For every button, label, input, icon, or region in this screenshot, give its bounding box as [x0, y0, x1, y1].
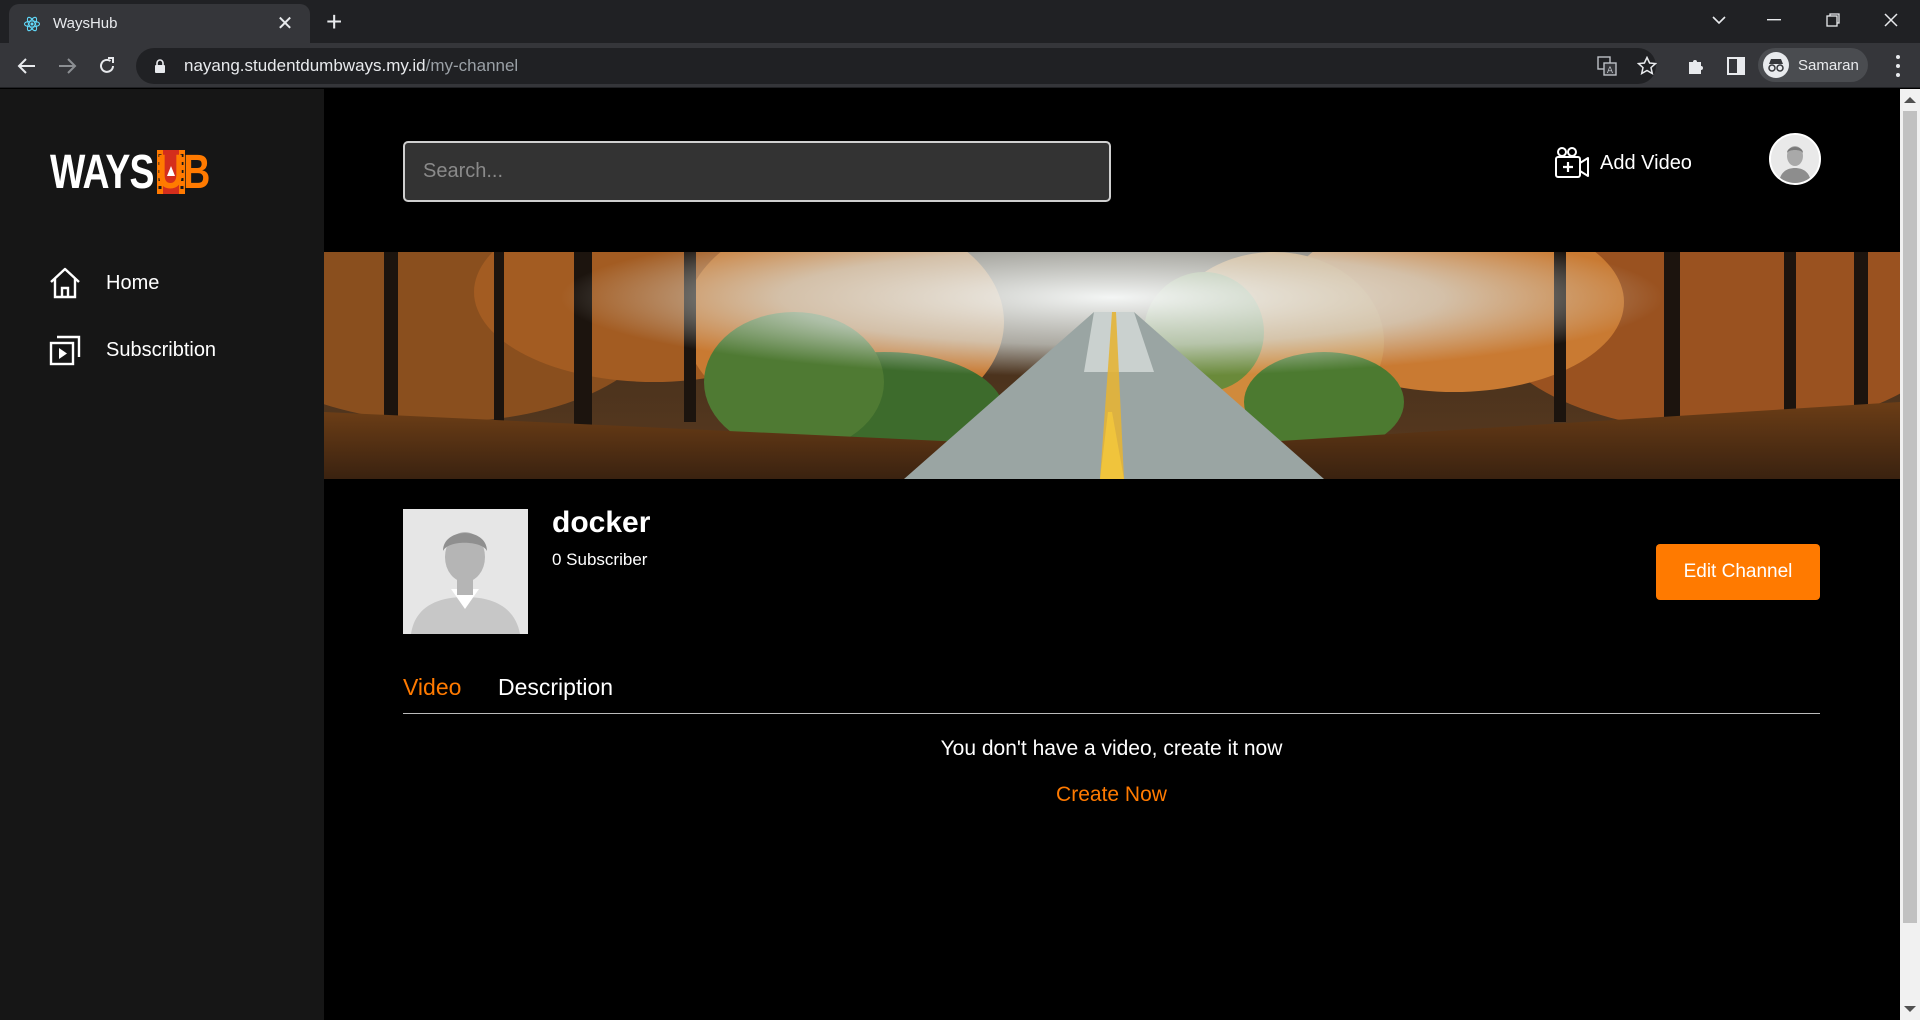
sidebar-item-label: Home: [106, 271, 160, 294]
lock-icon: [155, 59, 165, 73]
restore-window-icon[interactable]: [1808, 0, 1858, 40]
home-icon: [50, 267, 80, 299]
tab-search-icon[interactable]: [1694, 0, 1744, 40]
new-tab-button[interactable]: +: [326, 8, 342, 36]
user-avatar-icon: [1771, 135, 1819, 183]
scrollbar-thumb[interactable]: [1903, 111, 1917, 923]
browser-tab-title: WaysHub: [53, 15, 118, 32]
wayshub-logo[interactable]: WAYS UB: [50, 145, 224, 199]
channel-tabs: Video Description: [403, 674, 1820, 714]
sidebar-item-label: Subscribtion: [106, 338, 217, 361]
subscription-icon: [49, 335, 81, 366]
create-now-link[interactable]: Create Now: [403, 783, 1820, 807]
scroll-up-arrow-icon[interactable]: [1904, 97, 1916, 103]
sidebar-item-home[interactable]: Home: [48, 265, 159, 301]
incognito-avatar-icon: [1763, 52, 1789, 78]
user-avatar[interactable]: [1769, 133, 1821, 185]
search-input[interactable]: [403, 141, 1111, 202]
profile-chip[interactable]: Samaran: [1758, 48, 1868, 82]
add-video-button[interactable]: Add Video: [1554, 143, 1692, 183]
logo-text-ub: UB: [156, 145, 210, 199]
back-arrow-icon[interactable]: [14, 53, 40, 79]
translate-icon[interactable]: A: [1594, 53, 1620, 79]
tab-description[interactable]: Description: [498, 674, 613, 701]
browser-toolbar: nayang.studentdumbways.my.id/my-channel …: [0, 43, 1920, 88]
logo-text-ways: WAYS: [50, 145, 154, 199]
sidebar-item-subscription[interactable]: Subscribtion: [48, 332, 216, 368]
browser-tab[interactable]: WaysHub ✕: [9, 4, 310, 43]
channel-name: docker: [552, 506, 651, 539]
extensions-puzzle-icon[interactable]: [1683, 53, 1709, 79]
empty-state-message: You don't have a video, create it now: [940, 737, 1283, 760]
sidebar: WAYS UB Home Subscribtion: [0, 89, 324, 1020]
side-panel-icon[interactable]: [1723, 53, 1749, 79]
close-tab-icon[interactable]: ✕: [274, 14, 296, 34]
scroll-down-arrow-icon[interactable]: [1904, 1006, 1916, 1012]
channel-avatar: [403, 509, 528, 634]
url-path: /my-channel: [425, 56, 519, 75]
add-video-camera-icon: [1555, 147, 1589, 178]
subscriber-count: 0 Subscriber: [552, 550, 648, 569]
browser-tab-strip: WaysHub ✕ +: [0, 0, 1920, 43]
tab-video[interactable]: Video: [403, 674, 461, 701]
page-scrollbar[interactable]: [1900, 89, 1920, 1020]
url-host: nayang.studentdumbways.my.id: [184, 56, 426, 75]
default-user-icon: [403, 509, 528, 634]
browser-menu-icon[interactable]: [1888, 55, 1908, 77]
profile-name: Samaran: [1798, 56, 1859, 74]
bookmark-star-icon[interactable]: [1634, 53, 1660, 79]
close-window-icon[interactable]: [1866, 0, 1916, 40]
svg-text:A: A: [1607, 66, 1614, 76]
edit-channel-button[interactable]: Edit Channel: [1656, 544, 1820, 600]
forward-arrow-icon[interactable]: [54, 53, 80, 79]
add-video-label: Add Video: [1600, 151, 1692, 174]
minimize-window-icon[interactable]: [1749, 0, 1799, 40]
channel-banner-image: [324, 252, 1900, 479]
address-bar[interactable]: nayang.studentdumbways.my.id/my-channel: [136, 48, 1656, 84]
reload-icon[interactable]: [94, 53, 120, 79]
react-favicon-icon: [23, 16, 41, 31]
page: WAYS UB Home Subscribtion Search... Add …: [0, 89, 1920, 1020]
